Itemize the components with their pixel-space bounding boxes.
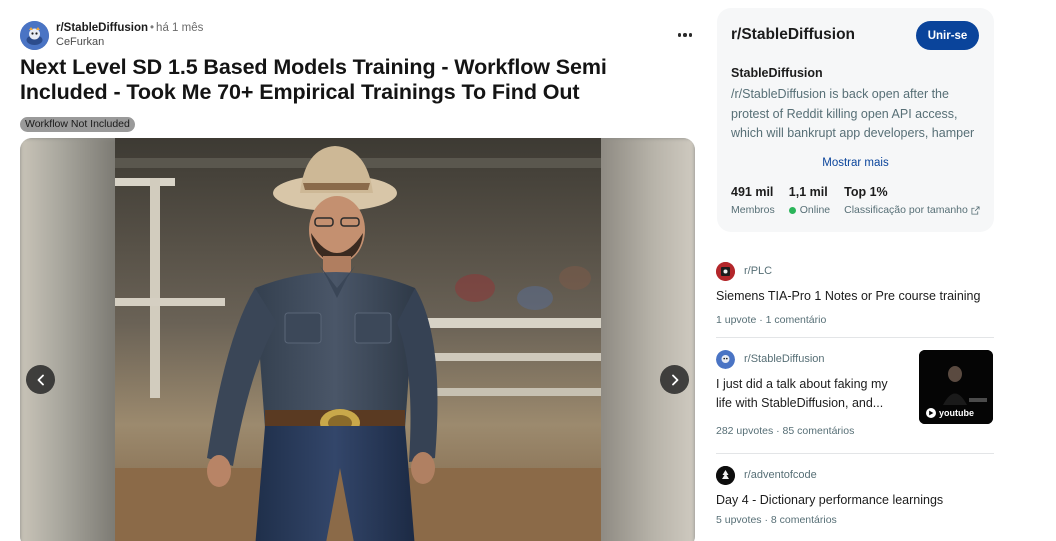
community-info-card: r/StableDiffusion Unir-se StableDiffusio… bbox=[717, 8, 994, 232]
external-link-icon bbox=[971, 205, 980, 215]
community-heading: StableDiffusion bbox=[731, 66, 823, 80]
members-label: Membros bbox=[731, 204, 775, 216]
related-post[interactable]: r/PLC Siemens TIA-Pro 1 Notes or Pre cou… bbox=[716, 261, 994, 326]
related-divider bbox=[716, 453, 994, 454]
related-subreddit-name[interactable]: r/StableDiffusion bbox=[744, 353, 825, 365]
plc-logo-icon bbox=[716, 261, 735, 281]
chevron-right-icon bbox=[671, 374, 678, 385]
related-subreddit-avatar[interactable] bbox=[716, 465, 735, 485]
related-divider bbox=[716, 337, 994, 338]
online-count: 1,1 mil bbox=[788, 185, 828, 199]
meta-separator: • bbox=[150, 22, 155, 34]
more-dot bbox=[688, 33, 693, 37]
gallery-previous-button[interactable] bbox=[26, 365, 55, 394]
related-post-thumbnail[interactable]: youtube bbox=[919, 350, 993, 424]
post-image[interactable] bbox=[115, 138, 601, 541]
more-dot bbox=[683, 33, 687, 37]
online-label: Online bbox=[788, 204, 831, 216]
related-post-title[interactable]: Day 4 - Dictionary performance learnings bbox=[716, 491, 994, 510]
stablediffusion-logo-icon bbox=[716, 349, 735, 369]
rank-label: Classificação por tamanho bbox=[844, 204, 980, 216]
show-more-link[interactable]: Mostrar mais bbox=[731, 157, 980, 169]
post-meta: r/StableDiffusion • há 1 mês CeFurkan bbox=[56, 21, 203, 49]
members-label-text: Membros bbox=[731, 204, 775, 216]
adventofcode-logo-icon bbox=[716, 465, 735, 485]
online-stat: 1,1 mil Online bbox=[788, 185, 831, 216]
related-post-title[interactable]: I just did a talk about faking my life w… bbox=[716, 375, 906, 413]
community-stats: 491 mil Membros 1,1 mil Online Top 1% Cl… bbox=[731, 185, 980, 216]
youtube-label-text: youtube bbox=[939, 408, 974, 418]
cowboy-photo-illustration bbox=[115, 138, 601, 541]
related-subreddit-avatar[interactable] bbox=[716, 261, 735, 281]
related-post-header: r/PLC bbox=[716, 261, 994, 281]
post-flair[interactable]: Workflow Not Included bbox=[20, 117, 135, 132]
related-post-stats: 1 upvote · 1 comentário bbox=[716, 314, 827, 326]
related-post-stats: 5 upvotes · 8 comentários bbox=[716, 514, 837, 526]
gallery-next-button[interactable] bbox=[660, 365, 689, 394]
post-header: r/StableDiffusion • há 1 mês CeFurkan bbox=[20, 20, 696, 50]
play-icon bbox=[926, 408, 936, 418]
youtube-label: youtube bbox=[926, 408, 974, 418]
related-post-header: r/adventofcode bbox=[716, 465, 994, 485]
post-time: há 1 mês bbox=[156, 22, 204, 34]
post-author[interactable]: CeFurkan bbox=[56, 35, 203, 49]
members-count: 491 mil bbox=[731, 185, 774, 199]
subreddit-link[interactable]: r/StableDiffusion bbox=[56, 22, 148, 34]
rank-label-text: Classificação por tamanho bbox=[844, 204, 968, 216]
join-button[interactable]: Unir-se bbox=[916, 21, 979, 50]
more-dots-icon bbox=[677, 33, 682, 37]
related-subreddit-avatar[interactable] bbox=[716, 349, 735, 369]
chevron-left-icon bbox=[37, 374, 44, 385]
related-subreddit-name[interactable]: r/PLC bbox=[744, 265, 772, 277]
post: r/StableDiffusion • há 1 mês CeFurkan Next… bbox=[20, 20, 696, 541]
community-description: /r/StableDiffusion is back open after th… bbox=[731, 87, 975, 140]
subreddit-avatar[interactable] bbox=[20, 20, 49, 50]
subreddit-logo-icon bbox=[20, 20, 49, 50]
online-label-text: Online bbox=[799, 204, 831, 216]
rank-value: Top 1% bbox=[844, 185, 888, 199]
members-stat: 491 mil Membros bbox=[731, 185, 775, 216]
post-title[interactable]: Next Level SD 1.5 Based Models Training … bbox=[20, 55, 696, 105]
related-post[interactable]: r/adventofcode Day 4 - Dictionary perfor… bbox=[716, 465, 994, 526]
related-post-title[interactable]: Siemens TIA-Pro 1 Notes or Pre course tr… bbox=[716, 287, 994, 306]
related-post-stats: 282 upvotes · 85 comentários bbox=[716, 425, 855, 437]
rank-stat[interactable]: Top 1% Classificação por tamanho bbox=[844, 185, 980, 216]
image-gallery[interactable] bbox=[20, 138, 695, 541]
related-subreddit-name[interactable]: r/adventofcode bbox=[744, 469, 817, 481]
online-dot-icon bbox=[788, 206, 796, 214]
more-options-button[interactable] bbox=[674, 26, 696, 44]
